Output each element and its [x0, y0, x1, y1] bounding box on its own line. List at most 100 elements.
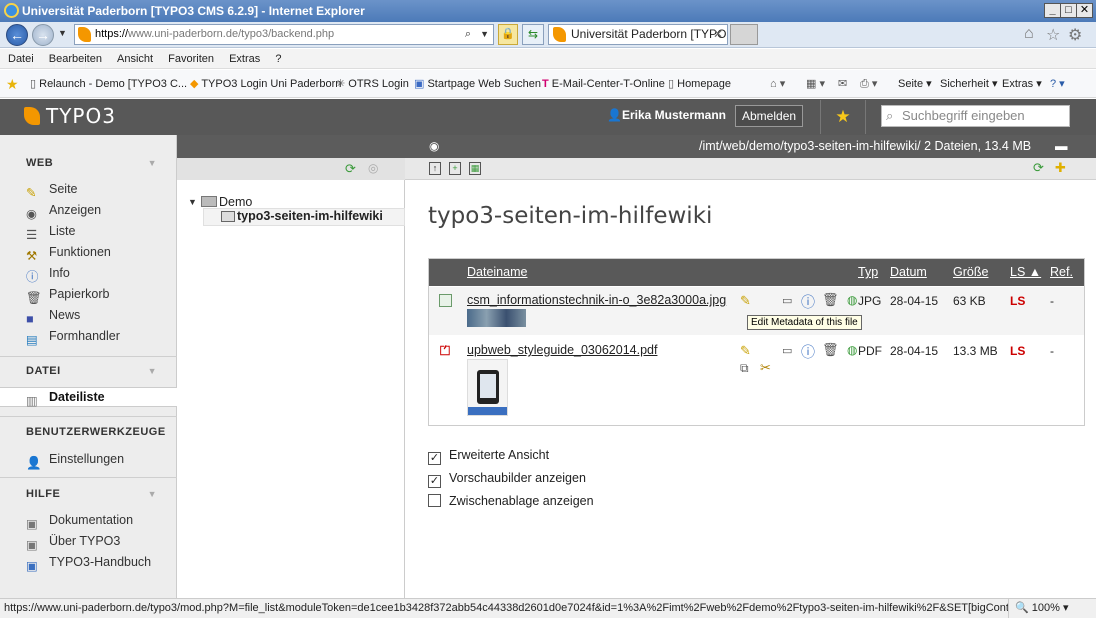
module-papierkorb[interactable]: 🗑 Papierkorb	[26, 284, 109, 305]
tree-filter-icon[interactable]: ◎	[368, 161, 378, 175]
module-einstellungen[interactable]: 👤 Einstellungen	[26, 449, 124, 470]
info-icon[interactable]: ⓘ	[801, 342, 815, 362]
favorites-star-icon[interactable]: ★	[6, 70, 19, 97]
copy-icon[interactable]: ⧉	[740, 361, 749, 376]
maximize-button[interactable]: □	[1060, 3, 1077, 18]
history-dropdown-icon[interactable]: ▼	[58, 28, 67, 38]
menu-ansicht[interactable]: Ansicht	[117, 53, 153, 65]
module-liste[interactable]: ☰ Liste	[26, 221, 75, 242]
back-icon[interactable]: ←	[6, 24, 28, 46]
section-datei[interactable]: DATEI ▼	[0, 357, 177, 385]
typo3-logo[interactable]: TYPO3	[24, 104, 116, 128]
file-name-link[interactable]: upbweb_styleguide_03062014.pdf	[467, 343, 657, 357]
fav-relaunch[interactable]: ▯ Relaunch - Demo [TYPO3 C...	[30, 70, 187, 97]
option-zwischenablage[interactable]: Zwischenablage anzeigen	[428, 494, 594, 508]
menu-sicherheit[interactable]: Sicherheit ▾	[940, 70, 998, 97]
edit-metadata-icon[interactable]: ✎	[740, 343, 751, 359]
section-benutzerwerkzeuge[interactable]: BENUTZERWERKZEUGE	[0, 418, 177, 446]
mail-icon[interactable]: ✉	[838, 70, 847, 97]
col-groesse[interactable]: Größe	[953, 259, 988, 286]
translate-icon[interactable]: ◍	[847, 343, 857, 357]
shortcut-icon[interactable]: ✚	[1055, 160, 1066, 176]
refresh-icon[interactable]: ⇆	[522, 24, 544, 45]
lock-icon[interactable]: 🔒	[498, 24, 518, 45]
reload-icon[interactable]: ⟳	[1033, 160, 1044, 176]
fav-startpage[interactable]: ▣ Startpage Web Suchen	[414, 70, 541, 97]
search-icon[interactable]: ⌕	[465, 25, 471, 44]
menu-favoriten[interactable]: Favoriten	[168, 53, 214, 65]
module-seite[interactable]: ✎ Seite	[26, 179, 78, 200]
checkbox-unchecked[interactable]	[428, 494, 441, 507]
menu-help[interactable]: ?	[275, 53, 281, 65]
module-ueber-typo3[interactable]: ▣ Über TYPO3	[26, 531, 120, 552]
module-funktionen[interactable]: ⚒ Funktionen	[26, 242, 111, 263]
menu-seite[interactable]: Seite ▾	[898, 70, 932, 97]
checkbox-checked[interactable]: ✓	[428, 452, 441, 465]
search-field[interactable]: ⌕ Suchbegriff eingeben	[881, 105, 1070, 127]
tree-root[interactable]: Demo	[219, 195, 252, 209]
fav-typo3-login[interactable]: ◆ TYPO3 Login Uni Paderborn	[190, 70, 341, 97]
home-icon[interactable]: ⌂	[1024, 25, 1034, 43]
view-icon[interactable]: ▭	[782, 344, 792, 357]
col-dateiname[interactable]: Dateiname	[467, 259, 527, 286]
menu-extras-tools[interactable]: Extras ▾	[1002, 70, 1042, 97]
file-thumbnail[interactable]	[467, 309, 526, 327]
option-erweiterte-ansicht[interactable]: ✓ Erweiterte Ansicht	[428, 448, 549, 465]
new-tab-button[interactable]	[730, 24, 758, 45]
browser-tab[interactable]: Universität Paderborn [TYPO... ✕	[548, 24, 728, 45]
upload-icon[interactable]: ↑	[429, 162, 441, 175]
col-typ[interactable]: Typ	[858, 259, 878, 286]
close-button[interactable]: ✕	[1076, 3, 1093, 18]
tree-refresh-icon[interactable]: ⟳	[345, 161, 356, 177]
file-thumbnail[interactable]	[467, 359, 508, 416]
col-ls[interactable]: LS ▲	[1010, 259, 1041, 286]
zoom-control[interactable]: 🔍 100% ▾	[1008, 599, 1096, 618]
fav-email-center[interactable]: T E-Mail-Center-T-Online	[542, 70, 665, 97]
module-typo3-handbuch[interactable]: ▣ TYPO3-Handbuch	[26, 552, 151, 573]
module-info[interactable]: ⓘ Info	[26, 263, 70, 284]
view-icon[interactable]: ▭	[782, 294, 792, 307]
col-ref[interactable]: Ref.	[1050, 259, 1073, 286]
tree-expand-icon[interactable]: ▼	[188, 197, 197, 207]
section-hilfe[interactable]: HILFE ▼	[0, 480, 177, 508]
url-dropdown-icon[interactable]: ▼	[480, 25, 489, 44]
feeds-icon[interactable]: ▦ ▾	[806, 70, 825, 97]
cut-icon[interactable]: ✂	[760, 360, 771, 376]
delete-icon[interactable]: 🗑	[822, 342, 839, 358]
settings-gear-icon[interactable]: ⚙	[1068, 25, 1082, 45]
file-ls[interactable]: LS	[1010, 344, 1025, 358]
favorites-star-icon[interactable]: ☆	[1046, 25, 1060, 45]
module-formhandler[interactable]: ▤ Formhandler	[26, 326, 120, 347]
tree-node-hilfewiki[interactable]: typo3-seiten-im-hilfewiki	[237, 209, 383, 223]
option-vorschaubilder[interactable]: ✓ Vorschaubilder anzeigen	[428, 471, 586, 488]
forward-icon[interactable]: →	[32, 24, 54, 46]
delete-icon[interactable]: 🗑	[822, 292, 839, 308]
new-folder-icon[interactable]: ▦	[469, 162, 481, 175]
module-anzeigen[interactable]: ◉ Anzeigen	[26, 200, 101, 221]
file-ls[interactable]: LS	[1010, 294, 1025, 308]
section-web[interactable]: WEB ▼	[0, 149, 177, 177]
file-name-link[interactable]: csm_informationstechnik-in-o_3e82a3000a.…	[467, 293, 726, 307]
logout-button[interactable]: Abmelden	[735, 105, 804, 127]
info-icon[interactable]: ◉	[429, 135, 439, 158]
tab-close-icon[interactable]: ✕	[713, 25, 723, 44]
menu-bearbeiten[interactable]: Bearbeiten	[49, 53, 102, 65]
user-menu[interactable]: 👤Erika Mustermann	[607, 108, 726, 122]
fav-otrs[interactable]: ✳ OTRS Login	[336, 70, 409, 97]
fav-homepage[interactable]: ▯ Homepage	[668, 70, 731, 97]
checkbox-checked[interactable]: ✓	[428, 475, 441, 488]
url-input[interactable]: https://www.uni-paderborn.de/typo3/backe…	[74, 24, 494, 45]
new-file-icon[interactable]: +	[449, 162, 461, 175]
module-dateiliste[interactable]: ▥ Dateiliste	[26, 387, 105, 408]
home-icon[interactable]: ⌂ ▾	[770, 70, 785, 97]
print-icon[interactable]: ⎙ ▾	[860, 70, 877, 97]
edit-metadata-icon[interactable]: ✎	[740, 293, 751, 309]
module-dokumentation[interactable]: ▣ Dokumentation	[26, 510, 133, 531]
help-icon[interactable]: ? ▾	[1050, 70, 1065, 97]
minimize-button[interactable]: _	[1044, 3, 1061, 18]
menu-extras[interactable]: Extras	[229, 53, 260, 65]
menu-datei[interactable]: Datei	[8, 53, 34, 65]
translate-icon[interactable]: ◍	[847, 293, 857, 307]
col-datum[interactable]: Datum	[890, 259, 927, 286]
info-icon[interactable]: ⓘ	[801, 292, 815, 312]
